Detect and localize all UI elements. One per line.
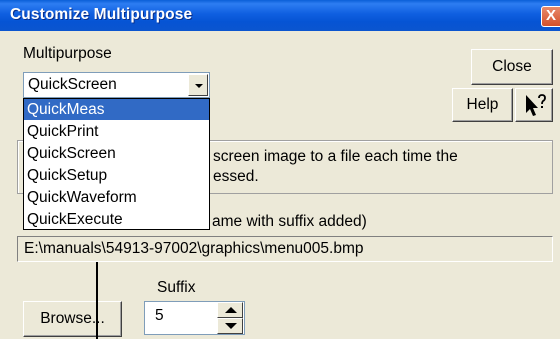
file-path-value: E:\manuals\54913-97002\graphics\menu005.…	[24, 240, 364, 257]
dropdown-option[interactable]: QuickPrint	[24, 121, 209, 142]
browse-button-label: Browse...	[40, 310, 105, 327]
window-title: Customize Multipurpose	[10, 6, 193, 23]
multipurpose-selected-value: QuickScreen	[28, 76, 117, 93]
suffix-stepper[interactable]: 5	[144, 301, 245, 335]
arrow-question-icon	[526, 94, 546, 116]
close-button[interactable]: Close	[471, 49, 553, 85]
suffix-value[interactable]: 5	[155, 307, 164, 325]
multipurpose-dropdown-list[interactable]: QuickMeas QuickPrint QuickScreen QuickSe…	[23, 98, 210, 230]
dropdown-option[interactable]: QuickWaveform	[24, 187, 209, 208]
suffix-label: Suffix	[157, 279, 196, 296]
help-button-label: Help	[466, 96, 499, 113]
dropdown-option[interactable]: QuickExecute	[24, 209, 209, 230]
file-name-label: ame with suffix added)	[212, 213, 367, 230]
chevron-down-icon[interactable]	[188, 74, 208, 96]
browse-button[interactable]: Browse...	[23, 301, 122, 337]
description-line-1: screen image to a file each time the	[213, 148, 458, 165]
close-window-icon[interactable]: X	[541, 6, 560, 27]
multipurpose-label: Multipurpose	[23, 45, 112, 62]
file-path-field: E:\manuals\54913-97002\graphics\menu005.…	[17, 236, 553, 262]
dropdown-option[interactable]: QuickSetup	[24, 165, 209, 186]
customize-multipurpose-dialog: Customize Multipurpose X Multipurpose Qu…	[0, 0, 560, 339]
title-bar[interactable]: Customize Multipurpose X	[0, 0, 560, 31]
whats-this-button[interactable]	[515, 88, 553, 122]
description-line-2: essed.	[213, 168, 259, 185]
spin-up-icon[interactable]	[217, 302, 243, 318]
help-button[interactable]: Help	[452, 88, 513, 122]
close-button-label: Close	[492, 58, 532, 75]
callout-line	[96, 262, 98, 339]
dropdown-option[interactable]: QuickScreen	[24, 143, 209, 164]
dropdown-option[interactable]: QuickMeas	[24, 99, 209, 120]
spin-down-icon[interactable]	[217, 318, 243, 334]
multipurpose-select[interactable]: QuickScreen	[23, 72, 210, 98]
